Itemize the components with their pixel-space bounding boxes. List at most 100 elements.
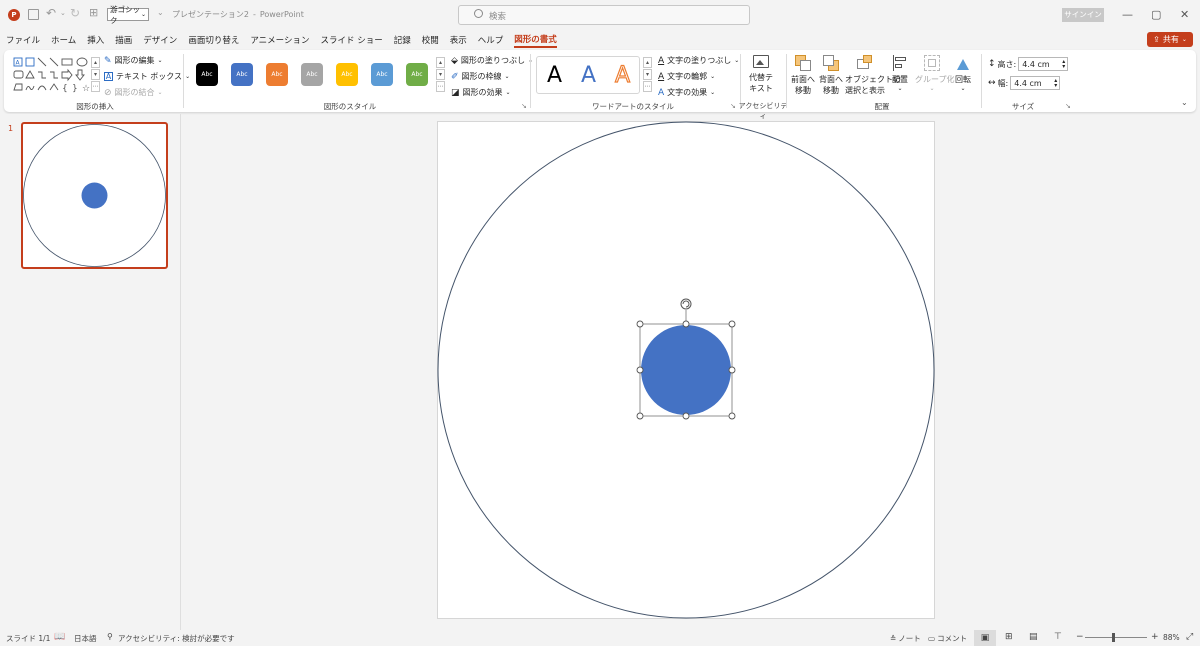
shape-gallery-down-icon[interactable]: ▾ <box>91 69 100 80</box>
group-objects-icon <box>924 55 940 71</box>
style-swatch-green[interactable]: Abc <box>406 63 428 86</box>
tab-record[interactable]: 記録 <box>394 34 411 46</box>
tab-shape-format[interactable]: 図形の書式 <box>514 33 557 48</box>
comments-button[interactable]: ▭ コメント <box>928 633 967 644</box>
dialog-launcher-icon[interactable]: ↘ <box>521 102 527 110</box>
wordart-gallery[interactable]: A A A <box>536 56 640 94</box>
resize-handle-nw[interactable] <box>636 320 644 328</box>
save-icon[interactable] <box>28 9 39 20</box>
fit-to-window-icon[interactable]: ⤢ <box>1186 632 1193 642</box>
alt-text-button[interactable]: 代替テ キスト <box>748 55 774 94</box>
zoom-slider-thumb[interactable] <box>1112 633 1115 642</box>
style-gallery-more-icon[interactable]: ⋯ <box>436 81 445 92</box>
width-input[interactable]: 4.4 cm ▴ ▾ <box>1010 76 1061 90</box>
rotate-button[interactable]: 回転 ⌄ <box>951 55 975 92</box>
resize-handle-s[interactable] <box>682 412 690 420</box>
search-input[interactable]: 検索 <box>458 5 750 25</box>
style-swatch-black[interactable]: Abc <box>196 63 218 86</box>
slide-canvas[interactable] <box>437 121 935 619</box>
undo-dropdown-icon[interactable]: ⌄ <box>60 9 66 17</box>
tab-animations[interactable]: アニメーション <box>250 34 309 46</box>
shape-outline-button[interactable]: ✐ 図形の枠線 ⌄ <box>451 71 510 82</box>
minimize-button[interactable]: — <box>1122 8 1133 21</box>
style-gallery-down-icon[interactable]: ▾ <box>436 69 445 80</box>
reading-view-icon[interactable]: ▤ <box>1029 632 1038 642</box>
wordart-up-icon[interactable]: ▴ <box>643 57 652 68</box>
slideshow-view-icon[interactable]: ⊤ <box>1054 632 1062 642</box>
slide-sorter-icon[interactable]: ⊞ <box>1005 632 1013 642</box>
undo-icon[interactable]: ↶ <box>46 6 56 20</box>
resize-handle-sw[interactable] <box>636 412 644 420</box>
rotate-handle-icon[interactable] <box>680 298 692 310</box>
edit-shape-button[interactable]: ✎ 図形の編集 ⌄ <box>104 55 163 66</box>
tab-transitions[interactable]: 画面切り替え <box>188 34 239 46</box>
send-backward-button[interactable]: 背面へ 移動 <box>818 55 844 96</box>
tab-draw[interactable]: 描画 <box>115 34 132 46</box>
restore-button[interactable]: ▢ <box>1151 8 1161 21</box>
dialog-launcher-icon[interactable]: ↘ <box>1065 102 1071 110</box>
text-fill-button[interactable]: A 文字の塗りつぶし ⌄ <box>658 55 739 66</box>
spinner-icon[interactable]: ▴ ▾ <box>1054 78 1059 89</box>
height-input[interactable]: 4.4 cm ▴ ▾ <box>1018 57 1069 71</box>
language-indicator[interactable]: 日本語 <box>74 633 97 644</box>
zoom-out-button[interactable]: − <box>1076 632 1084 642</box>
wordart-style-black[interactable]: A <box>547 63 562 88</box>
wordart-style-orange-outline[interactable]: A <box>614 62 630 88</box>
text-outline-button[interactable]: A 文字の輪郭 ⌄ <box>658 71 715 82</box>
wordart-down-icon[interactable]: ▾ <box>643 69 652 80</box>
redo-icon[interactable]: ↻ <box>70 6 80 20</box>
style-swatch-blue[interactable]: Abc <box>231 63 253 86</box>
style-swatch-gray[interactable]: Abc <box>301 63 323 86</box>
slide-thumbnail[interactable] <box>21 122 168 269</box>
wordart-more-icon[interactable]: ⋯ <box>643 81 652 92</box>
zoom-in-button[interactable]: + <box>1151 632 1159 642</box>
zoom-level[interactable]: 88% <box>1163 633 1180 642</box>
style-swatch-lightblue[interactable]: Abc <box>371 63 393 86</box>
tab-insert[interactable]: 挿入 <box>87 34 104 46</box>
notes-button[interactable]: ≙ ノート <box>890 633 921 644</box>
selection-pane-button[interactable]: オブジェクトの 選択と表示 <box>845 55 901 96</box>
tab-home[interactable]: ホーム <box>51 34 76 46</box>
shape-fill-button[interactable]: ⬙ 図形の塗りつぶし ⌄ <box>451 55 533 66</box>
tab-view[interactable]: 表示 <box>450 34 467 46</box>
group-button[interactable]: グループ化 ⌄ <box>915 55 955 92</box>
zoom-slider[interactable] <box>1085 633 1147 642</box>
style-swatch-orange[interactable]: Abc <box>266 63 288 86</box>
normal-view-icon[interactable]: ▣ <box>974 630 996 646</box>
spellcheck-icon[interactable]: 📖 <box>54 632 65 642</box>
small-blue-circle-shape[interactable] <box>641 325 731 415</box>
style-swatch-gold[interactable]: Abc <box>336 63 358 86</box>
text-box-button[interactable]: A テキスト ボックス ⌄ <box>104 71 190 82</box>
dialog-launcher-icon[interactable]: ↘ <box>730 102 736 110</box>
qat-customize-icon[interactable]: ⌄ <box>157 8 164 17</box>
resize-handle-se[interactable] <box>728 412 736 420</box>
shape-gallery-up-icon[interactable]: ▴ <box>91 57 100 68</box>
bring-forward-button[interactable]: 前面へ 移動 <box>790 55 816 96</box>
resize-handle-ne[interactable] <box>728 320 736 328</box>
tab-file[interactable]: ファイル <box>6 34 40 46</box>
spinner-icon[interactable]: ▴ ▾ <box>1062 59 1067 70</box>
tab-design[interactable]: デザイン <box>143 34 177 46</box>
tab-slideshow[interactable]: スライド ショー <box>321 34 383 46</box>
share-button[interactable]: ⇪ 共有 ⌄ <box>1147 32 1193 47</box>
font-name-box[interactable]: 游ゴシック ⌄ <box>107 5 149 25</box>
resize-handle-n[interactable] <box>682 320 690 328</box>
shape-effects-button[interactable]: ◪ 図形の効果 ⌄ <box>451 87 511 98</box>
resize-handle-w[interactable] <box>636 366 644 374</box>
merge-shapes-button[interactable]: ⊘ 図形の結合 ⌄ <box>104 87 163 98</box>
collapse-ribbon-icon[interactable]: ⌄ <box>1181 98 1188 107</box>
accessibility-status[interactable]: アクセシビリティ: 検討が必要です <box>118 633 235 644</box>
text-effects-button[interactable]: A 文字の効果 ⌄ <box>658 87 715 98</box>
close-button[interactable]: ✕ <box>1180 8 1189 21</box>
tab-review[interactable]: 校閲 <box>422 34 439 46</box>
shape-gallery-more-icon[interactable]: ⋯ <box>91 81 100 92</box>
tab-help[interactable]: ヘルプ <box>478 34 504 46</box>
shape-gallery[interactable]: A { } ☆ <box>12 56 90 94</box>
alt-text-label-1: 代替テ <box>749 73 773 82</box>
align-button[interactable]: 配置 ⌄ <box>888 55 912 92</box>
present-icon[interactable]: ⊞ <box>89 6 98 19</box>
style-gallery-up-icon[interactable]: ▴ <box>436 57 445 68</box>
signin-button[interactable]: サインイン <box>1062 8 1104 22</box>
resize-handle-e[interactable] <box>728 366 736 374</box>
wordart-style-blue[interactable]: A <box>581 63 596 88</box>
